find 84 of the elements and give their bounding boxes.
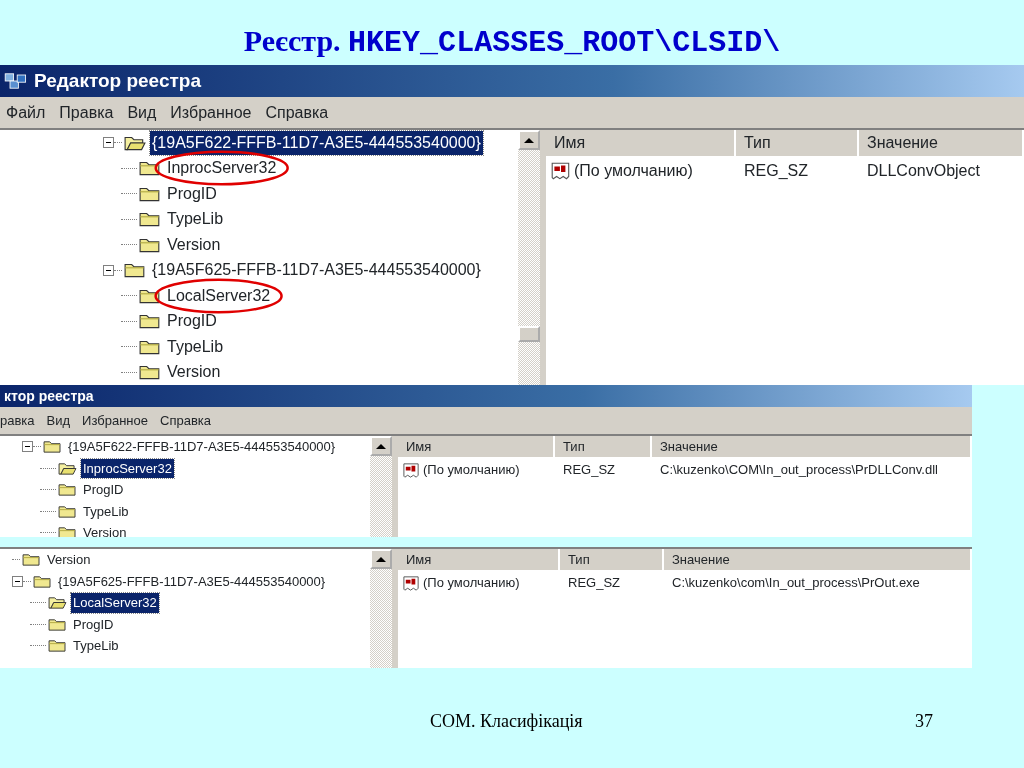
- tree-item[interactable]: ProgID: [165, 181, 219, 206]
- column-header[interactable]: Тип: [736, 130, 859, 156]
- collapse-toggle[interactable]: [103, 137, 114, 149]
- tree-item[interactable]: LocalServer32: [71, 593, 159, 613]
- menu-item[interactable]: Избранное: [82, 410, 148, 431]
- column-header[interactable]: Имя: [546, 130, 736, 156]
- folder-icon: [33, 573, 52, 589]
- folder-icon: [48, 616, 67, 632]
- folder-icon: [124, 261, 146, 280]
- menu-item[interactable]: Вид: [127, 100, 157, 125]
- folder-icon: [139, 312, 161, 331]
- value-type: REG_SZ: [743, 161, 809, 181]
- column-header[interactable]: Значение: [859, 130, 1024, 156]
- scrollbar[interactable]: [370, 436, 392, 537]
- column-header[interactable]: Значение: [664, 549, 972, 570]
- menu-item[interactable]: Вид: [46, 410, 71, 431]
- value-name[interactable]: (По умолчанию): [423, 460, 520, 480]
- menu-item[interactable]: Правка: [59, 100, 114, 125]
- folder-icon: [48, 638, 67, 654]
- tree-item[interactable]: InprocServer32: [81, 458, 174, 478]
- tree-item[interactable]: ProgID: [71, 614, 116, 634]
- slide-caption: COM. Класифікація: [430, 710, 583, 733]
- registry-path: HKEY_CLASSES_ROOT\CLSID\: [348, 26, 781, 60]
- folder-icon: [58, 482, 77, 498]
- folder-icon: [43, 439, 62, 455]
- value-type: REG_SZ: [562, 461, 616, 480]
- collapse-toggle[interactable]: [12, 575, 23, 587]
- up-arrow-icon: [376, 556, 386, 562]
- column-header[interactable]: Значение: [652, 436, 972, 457]
- tree-item[interactable]: TypeLib: [81, 501, 131, 521]
- tree-item[interactable]: Version: [165, 360, 223, 385]
- menu-item[interactable]: Избранное: [170, 100, 252, 125]
- column-header[interactable]: Тип: [560, 549, 664, 570]
- tree-item[interactable]: Version: [81, 523, 129, 537]
- value-name[interactable]: (По умолчанию): [423, 573, 520, 593]
- value-data: DLLConvObject: [866, 161, 980, 181]
- folder-icon: [139, 159, 161, 178]
- folder-icon: [58, 503, 77, 519]
- tree-item[interactable]: TypeLib: [165, 207, 226, 232]
- menu-item[interactable]: Справка: [160, 410, 211, 431]
- page-number: 37: [915, 710, 933, 733]
- menu-item[interactable]: Справка: [265, 100, 329, 125]
- open-folder-icon: [58, 460, 77, 476]
- string-value-icon: [402, 460, 421, 480]
- tree-item[interactable]: {19A5F622-FFFB-11D7-A3E5-444553540000}: [66, 437, 338, 457]
- scroll-up-button[interactable]: [370, 436, 392, 456]
- app-icon: [4, 71, 28, 91]
- up-arrow-icon: [376, 443, 386, 449]
- up-arrow-icon: [524, 137, 534, 143]
- value-data: C:\kuzenko\com\In_out_process\PrOut.exe: [671, 574, 920, 593]
- scroll-up-button[interactable]: [370, 549, 392, 569]
- tree-item[interactable]: {19A5F625-FFFB-11D7-A3E5-444553540000}: [56, 571, 328, 591]
- slide-title: Реєстр.: [243, 24, 342, 57]
- folder-icon: [139, 210, 161, 229]
- folder-icon: [22, 552, 41, 568]
- collapse-toggle[interactable]: [22, 441, 33, 453]
- tree-item[interactable]: Version: [165, 232, 223, 257]
- value-name[interactable]: (По умолчанию): [574, 159, 693, 183]
- scroll-thumb[interactable]: [518, 326, 540, 342]
- string-value-icon: [402, 573, 421, 593]
- scrollbar[interactable]: [370, 549, 392, 668]
- window-title: Редактор реестра: [34, 68, 201, 93]
- open-folder-icon: [48, 595, 67, 611]
- string-value-icon: [550, 160, 572, 182]
- folder-icon: [58, 525, 77, 537]
- scroll-up-button[interactable]: [518, 130, 540, 150]
- tree-item[interactable]: Version: [45, 550, 93, 570]
- column-header[interactable]: Тип: [555, 436, 652, 457]
- column-header[interactable]: Имя: [398, 549, 560, 570]
- tree-item[interactable]: ProgID: [165, 309, 219, 334]
- folder-icon: [139, 363, 161, 382]
- menu-item[interactable]: Файл: [6, 100, 46, 125]
- tree-item[interactable]: ProgID: [81, 480, 126, 500]
- column-header[interactable]: Имя: [398, 436, 555, 457]
- value-type: REG_SZ: [567, 574, 621, 593]
- collapse-toggle[interactable]: [103, 264, 114, 276]
- value-data: C:\kuzenko\COM\In_out_process\PrDLLConv.dll: [659, 461, 938, 480]
- tree-item[interactable]: TypeLib: [71, 636, 121, 656]
- tree-item[interactable]: {19A5F625-FFFB-11D7-A3E5-444553540000}: [150, 258, 483, 283]
- window-title: ктор реестра: [4, 386, 94, 406]
- menu-item[interactable]: равка: [0, 410, 35, 431]
- tree-item[interactable]: TypeLib: [165, 334, 226, 359]
- scrollbar[interactable]: [518, 130, 540, 385]
- tree-item[interactable]: {19A5F622-FFFB-11D7-A3E5-444553540000}: [150, 130, 483, 155]
